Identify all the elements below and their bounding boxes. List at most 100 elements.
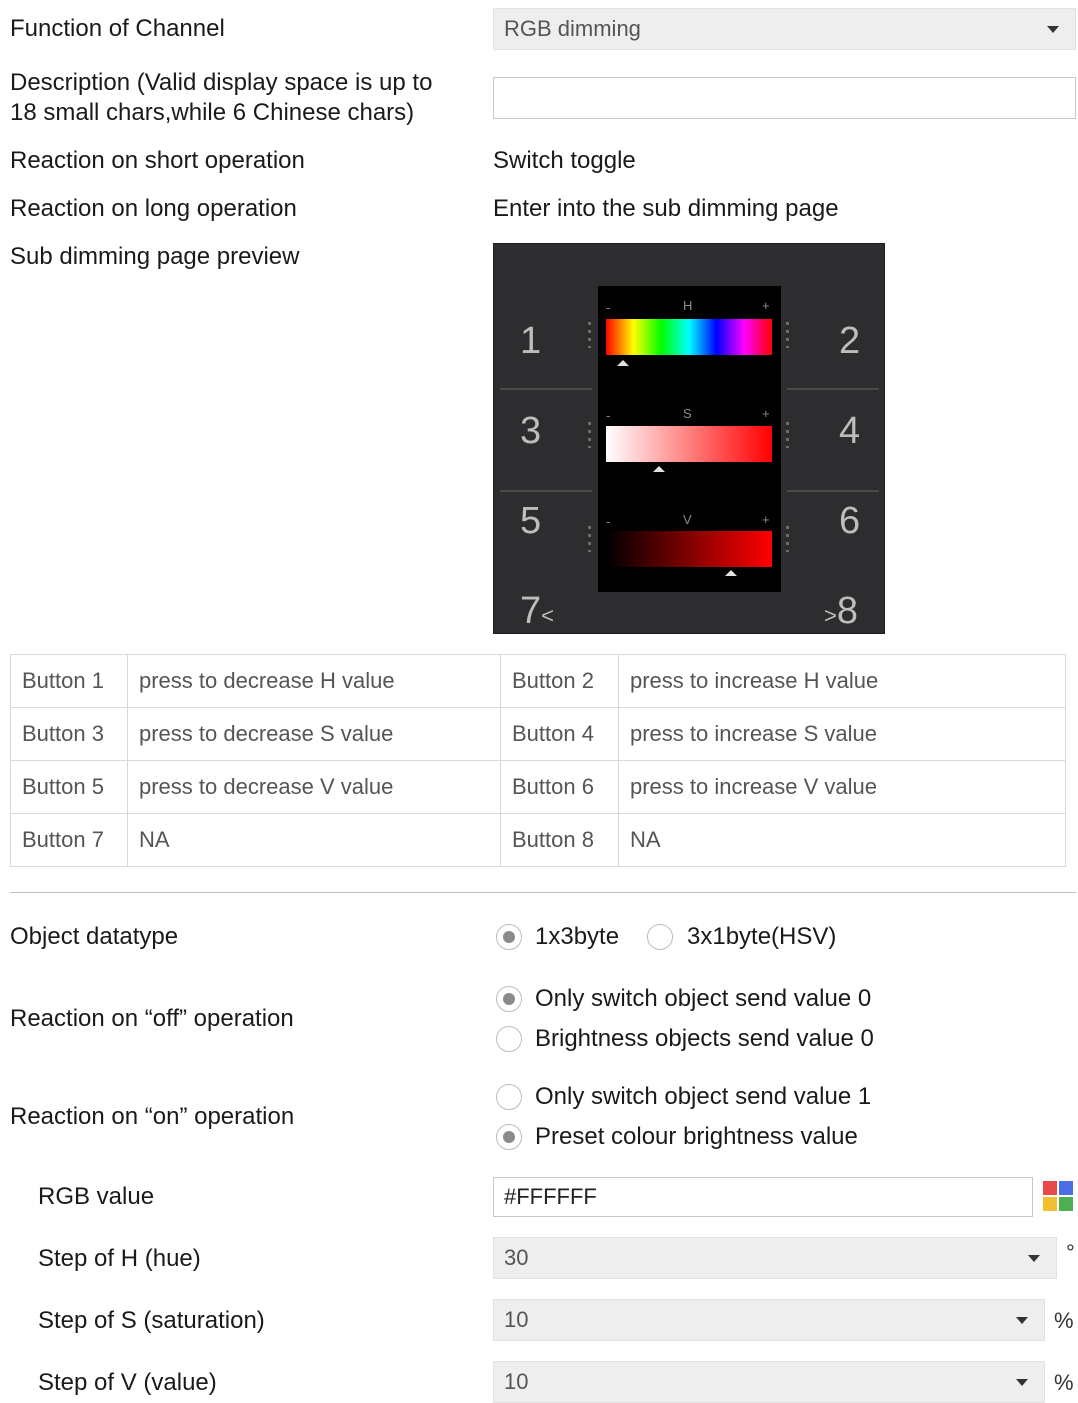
color-picker-icon[interactable] bbox=[1043, 1181, 1073, 1211]
color-swatch bbox=[1043, 1181, 1057, 1195]
datatype-3x1byte-label[interactable]: 3x1byte(HSV) bbox=[687, 922, 836, 952]
h-letter-label: H bbox=[683, 298, 693, 313]
section-divider bbox=[10, 892, 1076, 893]
on-option-1-label[interactable]: Only switch object send value 1 bbox=[535, 1082, 871, 1112]
long-operation-label: Reaction on long operation bbox=[10, 195, 297, 222]
step-h-value: 30 bbox=[504, 1245, 529, 1270]
off-option-2-label[interactable]: Brightness objects send value 0 bbox=[535, 1024, 874, 1054]
s-plus-label: + bbox=[762, 406, 770, 421]
table-cell: press to decrease V value bbox=[127, 760, 501, 814]
short-operation-value: Switch toggle bbox=[493, 147, 636, 174]
step-s-value: 10 bbox=[504, 1307, 529, 1332]
off-option-2-radio[interactable] bbox=[496, 1026, 522, 1052]
short-operation-label: Reaction on short operation bbox=[10, 147, 305, 174]
color-swatch bbox=[1043, 1197, 1057, 1211]
s-letter-label: S bbox=[683, 406, 692, 421]
step-s-select[interactable]: 10 bbox=[493, 1299, 1045, 1341]
step-h-label: Step of H (hue) bbox=[38, 1245, 201, 1272]
preview-divider bbox=[787, 490, 879, 492]
chevron-down-icon[interactable] bbox=[1047, 26, 1059, 33]
step-h-select[interactable]: 30 bbox=[493, 1237, 1057, 1279]
datatype-1x3byte-radio[interactable] bbox=[496, 924, 522, 950]
description-input[interactable] bbox=[493, 77, 1076, 119]
description-label-line2: 18 small chars,while 6 Chinese chars) bbox=[10, 99, 415, 126]
chevron-down-icon[interactable] bbox=[1028, 1255, 1040, 1262]
dots-icon bbox=[786, 322, 789, 348]
v-minus-label: - bbox=[606, 514, 611, 529]
table-cell: Button 8 bbox=[500, 813, 619, 867]
dots-icon bbox=[786, 526, 789, 552]
table-cell: NA bbox=[618, 813, 1066, 867]
preview-divider bbox=[500, 388, 592, 390]
h-plus-label: + bbox=[762, 298, 770, 313]
rgb-value-label: RGB value bbox=[38, 1183, 155, 1210]
sub-dimming-preview: 1 2 3 4 5 6 7< >8 - H + - S + - V + bbox=[493, 243, 885, 634]
dots-icon bbox=[588, 322, 591, 348]
saturation-indicator bbox=[653, 466, 666, 472]
value-bar bbox=[606, 531, 772, 567]
function-select[interactable]: RGB dimming bbox=[493, 8, 1076, 50]
hue-bar bbox=[606, 319, 772, 355]
function-select-value: RGB dimming bbox=[504, 16, 641, 41]
table-cell: Button 2 bbox=[500, 654, 619, 708]
dots-icon bbox=[786, 422, 789, 448]
on-option-2-label[interactable]: Preset colour brightness value bbox=[535, 1122, 858, 1152]
step-h-unit: ° bbox=[1066, 1240, 1075, 1265]
left-arrow-icon: < bbox=[541, 603, 554, 628]
table-cell: Button 1 bbox=[10, 654, 128, 708]
preview-button-7: 7< bbox=[520, 590, 554, 633]
table-cell: press to decrease H value bbox=[127, 654, 501, 708]
dots-icon bbox=[588, 526, 591, 552]
datatype-label: Object datatype bbox=[10, 923, 179, 950]
function-of-channel-label: Function of Channel bbox=[10, 15, 225, 42]
table-cell: press to increase V value bbox=[618, 760, 1066, 814]
off-option-1-label[interactable]: Only switch object send value 0 bbox=[535, 984, 871, 1014]
on-option-1-radio[interactable] bbox=[496, 1084, 522, 1110]
long-operation-value: Enter into the sub dimming page bbox=[493, 195, 839, 222]
preview-divider bbox=[787, 388, 879, 390]
table-cell: press to increase H value bbox=[618, 654, 1066, 708]
table-cell: Button 5 bbox=[10, 760, 128, 814]
preview-button-4: 4 bbox=[839, 410, 861, 452]
on-reaction-label: Reaction on “on” operation bbox=[10, 1103, 295, 1130]
datatype-1x3byte-label[interactable]: 1x3byte bbox=[535, 922, 619, 952]
datatype-3x1byte-radio[interactable] bbox=[647, 924, 673, 950]
saturation-bar bbox=[606, 426, 772, 462]
preview-button-6: 6 bbox=[839, 500, 861, 542]
color-swatch bbox=[1059, 1197, 1073, 1211]
table-row: Button 7 NA Button 8 NA bbox=[10, 813, 1066, 867]
table-cell: press to increase S value bbox=[618, 707, 1066, 761]
preview-button-3: 3 bbox=[520, 410, 542, 452]
button-function-table: Button 1 press to decrease H value Butto… bbox=[10, 654, 1066, 867]
step-v-value: 10 bbox=[504, 1369, 529, 1394]
table-row: Button 5 press to decrease V value Butto… bbox=[10, 760, 1066, 814]
table-cell: press to decrease S value bbox=[127, 707, 501, 761]
step-s-unit: % bbox=[1054, 1308, 1074, 1333]
step-v-select[interactable]: 10 bbox=[493, 1361, 1045, 1403]
description-label-line1: Description (Valid display space is up t… bbox=[10, 69, 433, 96]
on-option-2-radio[interactable] bbox=[496, 1124, 522, 1150]
preview-divider bbox=[500, 490, 592, 492]
rgb-value-input[interactable]: #FFFFFF bbox=[493, 1177, 1033, 1217]
preview-button-8: >8 bbox=[824, 590, 858, 633]
table-cell: Button 4 bbox=[500, 707, 619, 761]
s-minus-label: - bbox=[606, 408, 611, 423]
right-arrow-icon: > bbox=[824, 603, 837, 628]
step-s-label: Step of S (saturation) bbox=[38, 1307, 265, 1334]
off-reaction-label: Reaction on “off” operation bbox=[10, 1005, 294, 1032]
off-option-1-radio[interactable] bbox=[496, 986, 522, 1012]
preview-button-2: 2 bbox=[839, 320, 861, 362]
preview-label: Sub dimming page preview bbox=[10, 243, 300, 270]
v-letter-label: V bbox=[683, 512, 692, 527]
chevron-down-icon[interactable] bbox=[1016, 1317, 1028, 1324]
table-cell: Button 3 bbox=[10, 707, 128, 761]
chevron-down-icon[interactable] bbox=[1016, 1379, 1028, 1386]
color-swatch bbox=[1059, 1181, 1073, 1195]
table-cell: Button 7 bbox=[10, 813, 128, 867]
dots-icon bbox=[588, 422, 591, 448]
table-row: Button 1 press to decrease H value Butto… bbox=[10, 654, 1066, 708]
v-plus-label: + bbox=[762, 512, 770, 527]
preview-button-7-number: 7 bbox=[520, 590, 542, 632]
step-v-unit: % bbox=[1054, 1370, 1074, 1395]
preview-button-1: 1 bbox=[520, 320, 542, 362]
